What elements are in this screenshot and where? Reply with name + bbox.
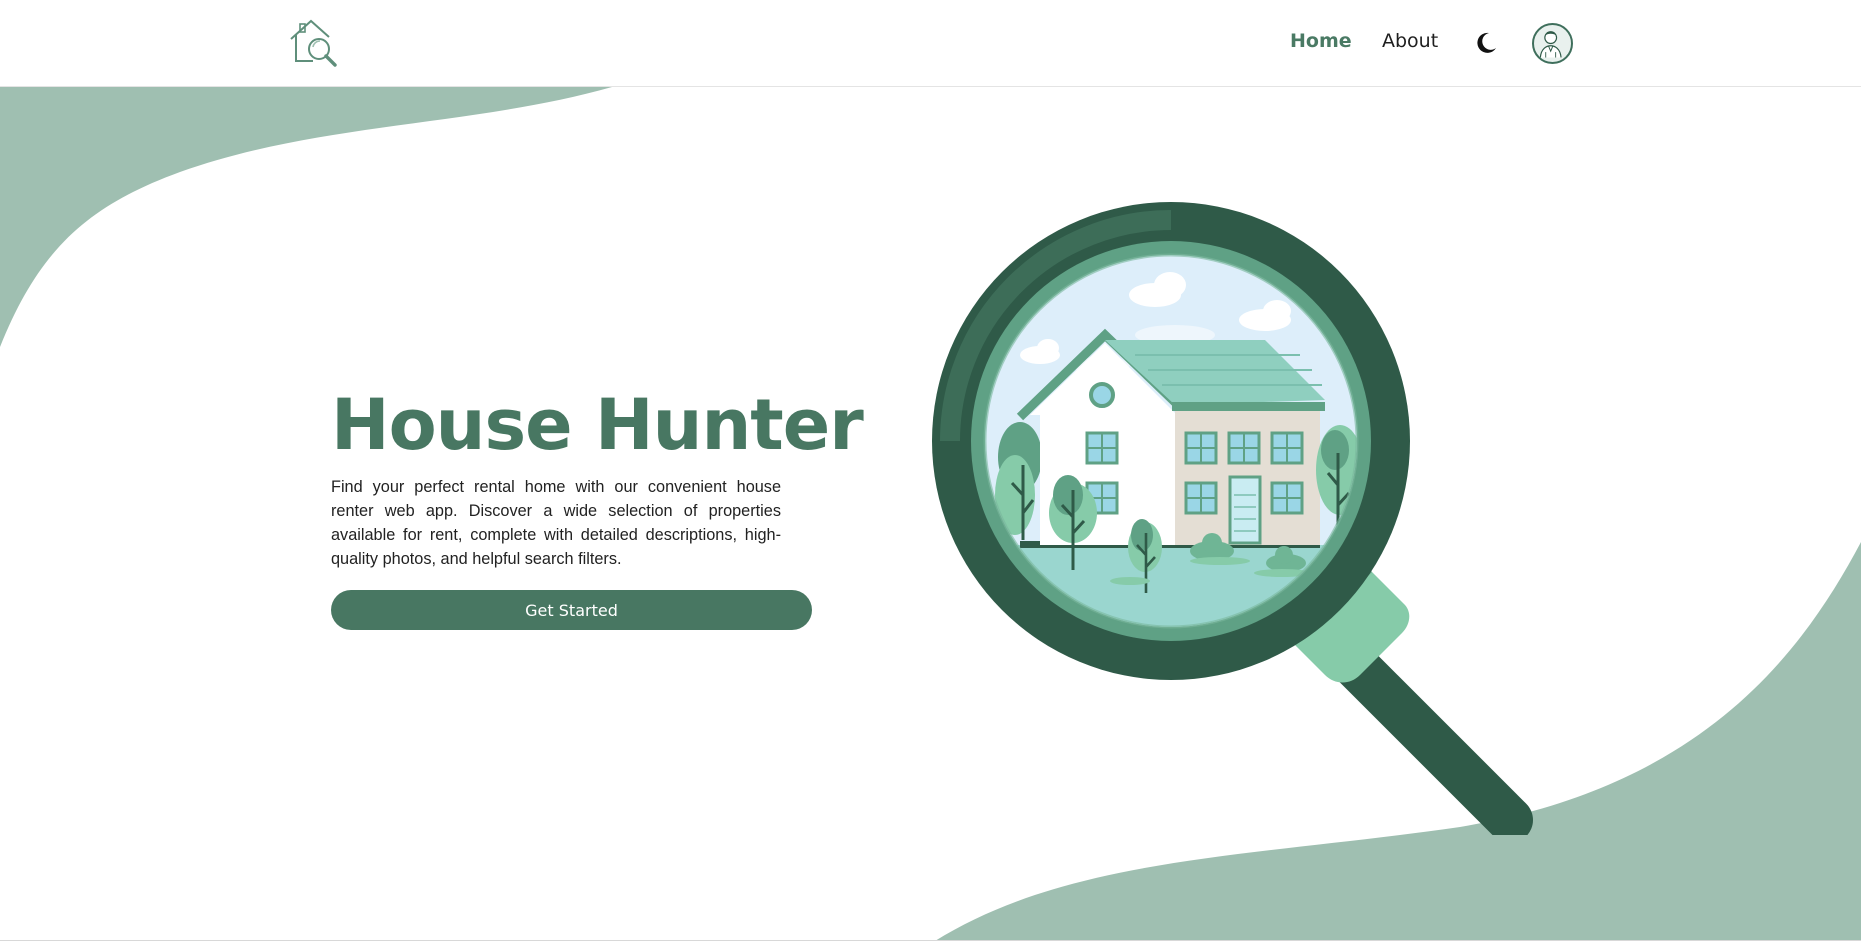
moon-icon[interactable] <box>1472 30 1498 56</box>
user-avatar-icon <box>1539 31 1562 58</box>
hero-section: House Hunter Find your perfect rental ho… <box>331 384 864 630</box>
top-navbar: Home About <box>0 0 1861 87</box>
top-left-wave <box>0 87 612 347</box>
magnifier-house-illustration <box>932 202 1533 835</box>
get-started-button[interactable]: Get Started <box>331 590 812 630</box>
hero-title: House Hunter <box>331 384 864 466</box>
nav-link-home[interactable]: Home <box>1290 30 1352 52</box>
house-search-icon[interactable] <box>289 17 341 67</box>
nav-link-about[interactable]: About <box>1382 30 1438 52</box>
hero-description: Find your perfect rental home with our c… <box>331 478 781 568</box>
user-avatar-button[interactable] <box>1532 23 1573 64</box>
